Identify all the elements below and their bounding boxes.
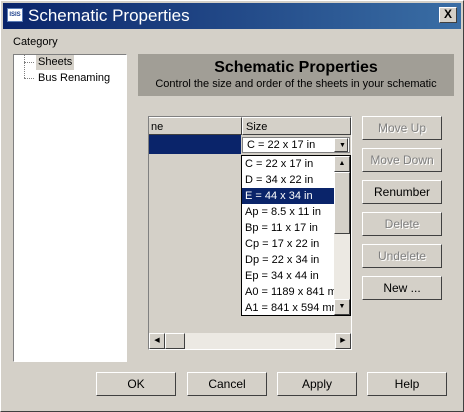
- ok-button[interactable]: OK: [96, 372, 176, 396]
- arrow-down-icon: ▼: [338, 303, 346, 310]
- table-row-selected[interactable]: [149, 135, 241, 154]
- dropdown-option[interactable]: Cp = 17 x 22 in: [242, 236, 335, 252]
- schematic-properties-dialog: ISIS Schematic Properties X Category She…: [0, 0, 464, 412]
- scroll-up-button[interactable]: ▲: [334, 156, 350, 172]
- tree-item-label: Sheets: [36, 55, 75, 70]
- tree-connector: [24, 55, 25, 78]
- renumber-button[interactable]: Renumber: [362, 180, 442, 204]
- close-button[interactable]: X: [439, 7, 457, 23]
- header-banner: Schematic Properties Control the size an…: [138, 54, 454, 96]
- banner-subtitle: Control the size and order of the sheets…: [155, 78, 437, 90]
- cancel-button[interactable]: Cancel: [187, 372, 267, 396]
- banner-title: Schematic Properties: [214, 59, 378, 76]
- scroll-down-button[interactable]: ▼: [334, 299, 350, 315]
- category-label: Category: [13, 36, 58, 48]
- dropdown-arrow-button[interactable]: ▼: [334, 138, 348, 152]
- arrow-left-icon: ◀: [154, 337, 160, 344]
- move-down-button[interactable]: Move Down: [362, 148, 442, 172]
- scroll-left-button[interactable]: ◀: [149, 333, 165, 349]
- dropdown-option[interactable]: A1 = 841 x 594 mm: [242, 300, 335, 316]
- help-button[interactable]: Help: [367, 372, 447, 396]
- dropdown-options[interactable]: C = 22 x 17 in D = 34 x 22 in E = 44 x 34 …: [242, 156, 335, 316]
- undelete-button[interactable]: Undelete: [362, 244, 442, 268]
- horizontal-scrollbar[interactable]: ◀ ▶: [149, 333, 351, 349]
- delete-button[interactable]: Delete: [362, 212, 442, 236]
- arrow-right-icon: ▶: [340, 337, 346, 344]
- column-header-size[interactable]: Size: [242, 117, 351, 135]
- dropdown-option[interactable]: Dp = 22 x 34 in: [242, 252, 335, 268]
- scroll-thumb[interactable]: [334, 172, 350, 234]
- dropdown-option[interactable]: Bp = 11 x 17 in: [242, 220, 335, 236]
- tree-branch: [24, 62, 34, 63]
- title-bar[interactable]: ISIS Schematic Properties X: [3, 3, 461, 29]
- dropdown-option[interactable]: Ep = 34 x 44 in: [242, 268, 335, 284]
- column-header-name[interactable]: ne: [149, 117, 242, 135]
- dropdown-option[interactable]: E = 44 x 34 in: [242, 188, 335, 204]
- dropdown-option[interactable]: A0 = 1189 x 841 mm: [242, 284, 335, 300]
- tree-item-label: Bus Renaming: [38, 72, 111, 84]
- dropdown-option[interactable]: D = 34 x 22 in: [242, 172, 335, 188]
- dropdown-option[interactable]: C = 22 x 17 in: [242, 156, 335, 172]
- move-up-button[interactable]: Move Up: [362, 116, 442, 140]
- tree-branch: [24, 78, 34, 79]
- new-button[interactable]: New ...: [362, 276, 442, 300]
- app-icon: ISIS: [7, 8, 23, 22]
- vertical-scrollbar[interactable]: ▲ ▼: [334, 156, 350, 315]
- arrow-up-icon: ▲: [338, 160, 346, 167]
- window-title: Schematic Properties: [28, 6, 190, 25]
- chevron-down-icon: ▼: [339, 142, 346, 149]
- apply-button[interactable]: Apply: [277, 372, 357, 396]
- scroll-right-button[interactable]: ▶: [335, 333, 351, 349]
- scroll-thumb[interactable]: [165, 333, 185, 349]
- size-value: C = 22 x 17 in: [247, 139, 316, 151]
- size-dropdown-list[interactable]: C = 22 x 17 in D = 34 x 22 in E = 44 x 34 …: [241, 155, 351, 316]
- dropdown-option[interactable]: Ap = 8.5 x 11 in: [242, 204, 335, 220]
- category-tree[interactable]: Sheets Bus Renaming: [13, 54, 127, 362]
- size-combobox[interactable]: C = 22 x 17 in ▼: [242, 137, 350, 153]
